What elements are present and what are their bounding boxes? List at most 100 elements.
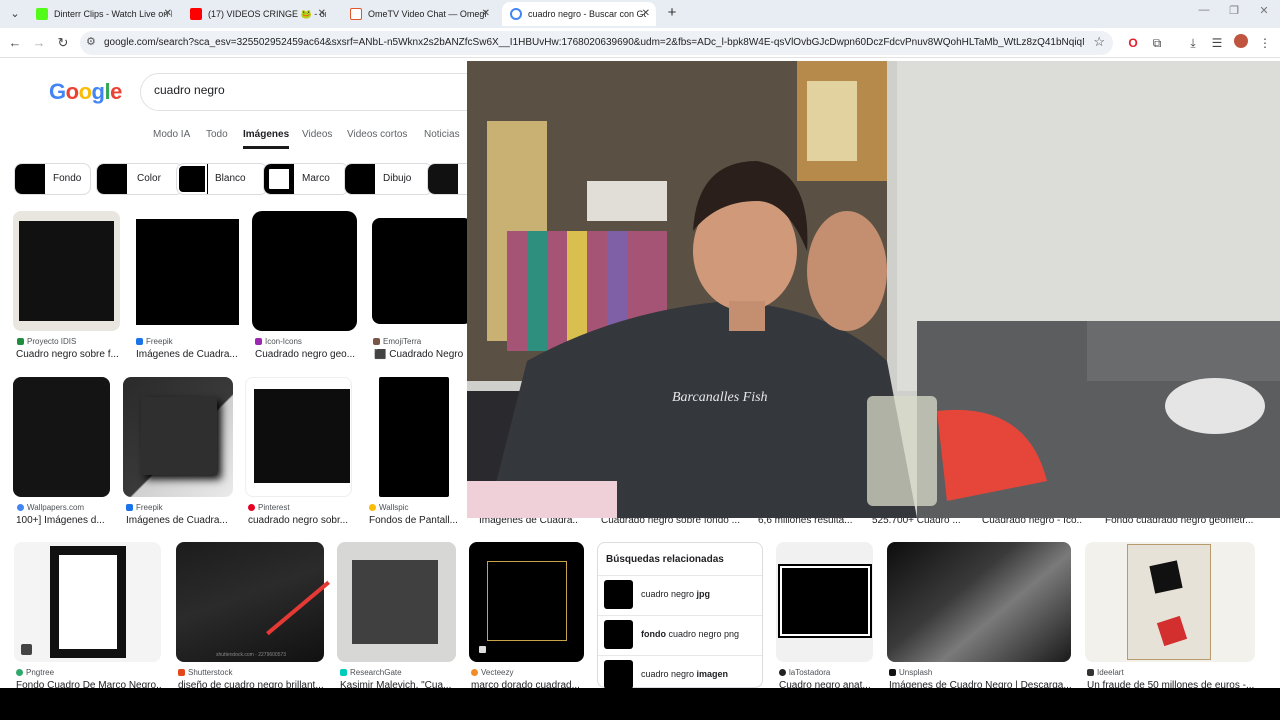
chip-color[interactable]: Color — [96, 163, 184, 195]
result-caption[interactable]: Fondos de Pantall... — [369, 515, 465, 526]
gold-frame — [487, 561, 567, 641]
tab-search-icon[interactable]: ⌄ — [6, 5, 24, 23]
tab-kick[interactable]: Dinterr Clips - Watch Live on K ✕ — [28, 2, 178, 26]
result-image[interactable] — [131, 211, 243, 331]
tab-google-search[interactable]: cuadro negro - Buscar con Goo ✕ — [502, 2, 656, 26]
source-icon — [471, 669, 478, 676]
related-text-bold: imagen — [696, 669, 729, 679]
result-image[interactable] — [13, 377, 110, 497]
result-caption[interactable]: Fondo Cuadro De Marco Negro... — [16, 680, 162, 688]
restore-icon[interactable]: ❐ — [1224, 4, 1244, 17]
related-item[interactable]: cuadro negro jpg — [604, 580, 758, 610]
result-caption[interactable]: Cuadrado negro geo... — [255, 349, 357, 360]
result-caption[interactable]: Un fraude de 50 millones de euros -... — [1087, 680, 1255, 688]
webcam-video-overlay[interactable]: Barcanalles Fish — [467, 61, 1280, 518]
tab-imagenes[interactable]: Imágenes — [243, 129, 290, 149]
result-image[interactable] — [1085, 542, 1255, 662]
close-window-icon[interactable]: ✕ — [1254, 4, 1274, 17]
tab-videos-cortos[interactable]: Videos cortos — [347, 129, 407, 140]
close-icon[interactable]: ✕ — [164, 2, 172, 26]
search-input[interactable] — [154, 83, 454, 97]
related-item[interactable]: cuadro negro imagen — [604, 660, 758, 688]
result-source[interactable]: Proyecto IDIS — [17, 337, 76, 346]
result-caption[interactable]: Imágenes de Cuadra... — [136, 349, 242, 360]
bookmark-star-icon[interactable]: ☆ — [1093, 34, 1105, 50]
tab-ometv[interactable]: OmeTV Video Chat — Omegle ✕ — [342, 2, 496, 26]
result-caption[interactable]: 100+] Imágenes d... — [16, 515, 112, 526]
tab-videos[interactable]: Videos — [302, 129, 332, 140]
result-caption[interactable]: marco dorado cuadrad... — [471, 680, 585, 688]
result-source[interactable]: Ideelart — [1087, 668, 1124, 677]
chip-blanco[interactable]: Blanco — [176, 163, 268, 195]
result-image[interactable] — [469, 542, 584, 662]
result-source[interactable]: Pinterest — [248, 503, 290, 512]
avatar[interactable] — [1232, 34, 1250, 52]
extensions-puzzle-icon[interactable]: ⧉ — [1148, 34, 1166, 52]
minimize-icon[interactable]: — — [1194, 4, 1214, 16]
chip-marco[interactable]: Marco — [263, 163, 349, 195]
result-source[interactable]: Shutterstock — [178, 668, 232, 677]
result-caption[interactable]: Kasimir Malevich, "Cua... — [340, 680, 454, 688]
tab-youtube[interactable]: (17) VIDEOS CRINGE 🐸 - orru ✕ — [182, 2, 332, 26]
download-icon[interactable]: ⤓ — [1184, 34, 1202, 52]
result-source[interactable]: Wallspic — [369, 503, 408, 512]
result-image[interactable] — [379, 377, 449, 497]
result-source[interactable]: ResearchGate — [340, 668, 402, 677]
tab-noticias[interactable]: Noticias — [424, 129, 460, 140]
result-image[interactable] — [887, 542, 1071, 662]
google-logo[interactable]: Google — [49, 79, 122, 105]
close-icon[interactable]: ✕ — [642, 2, 650, 26]
result-source[interactable]: Vecteezy — [471, 668, 513, 677]
new-tab-plus-icon[interactable]: + — [663, 4, 681, 22]
related-item[interactable]: fondo cuadro negro png — [604, 620, 758, 650]
chip-more[interactable] — [427, 163, 467, 195]
result-image[interactable]: shutterstock.com · 2279600573 — [176, 542, 330, 662]
opera-icon[interactable]: O — [1124, 34, 1142, 52]
image-content — [352, 560, 438, 644]
result-image[interactable] — [372, 218, 472, 324]
tab-todo[interactable]: Todo — [206, 129, 228, 140]
site-info-icon[interactable]: ⚙ — [86, 35, 96, 48]
chip-dibujo[interactable]: Dibujo — [344, 163, 433, 195]
result-image[interactable] — [13, 211, 120, 331]
result-image[interactable] — [776, 542, 873, 662]
source-icon — [178, 669, 185, 676]
source-icon — [779, 669, 786, 676]
result-caption[interactable]: Cuadro negro anat... — [779, 680, 873, 688]
close-icon[interactable]: ✕ — [482, 2, 490, 26]
result-caption[interactable]: Imágenes de Cuadro Negro | Descarga... — [889, 680, 1071, 688]
back-arrow-icon[interactable]: ← — [6, 34, 24, 52]
result-caption[interactable]: diseño de cuadro negro brillant... — [178, 680, 324, 688]
more-menu-icon[interactable]: ⋮ — [1256, 34, 1274, 52]
result-caption[interactable]: Cuadro negro sobre f... — [16, 349, 122, 360]
result-source[interactable]: Pngtree — [16, 668, 54, 677]
result-source[interactable]: laTostadora — [779, 668, 830, 677]
media-queue-icon[interactable]: ☰ — [1208, 34, 1226, 52]
result-source[interactable]: EmojiTerra — [373, 337, 421, 346]
red-stripe — [266, 580, 330, 636]
forward-arrow-icon[interactable]: → — [30, 34, 48, 52]
image-content — [254, 389, 350, 483]
chip-swatch — [15, 164, 45, 194]
close-icon[interactable]: ✕ — [318, 2, 326, 26]
tab-modo-ia[interactable]: Modo IA — [153, 129, 190, 140]
url-text[interactable]: google.com/search?sca_esv=325502952459ac… — [104, 31, 1084, 55]
address-bar[interactable]: ⚙ google.com/search?sca_esv=325502952459… — [80, 31, 1113, 55]
image-content — [778, 564, 872, 638]
result-source[interactable]: Freepik — [136, 337, 173, 346]
result-caption[interactable]: cuadrado negro sobr... — [248, 515, 352, 526]
reload-icon[interactable]: ↻ — [54, 34, 72, 52]
result-source[interactable]: Wallpapers.com — [17, 503, 84, 512]
result-caption[interactable]: ⬛ Cuadrado Negro ... — [374, 349, 464, 360]
result-source[interactable]: Icon-Icons — [255, 337, 302, 346]
result-image[interactable] — [337, 542, 456, 662]
result-caption[interactable]: Imágenes de Cuadra... — [126, 515, 234, 526]
result-image[interactable] — [14, 542, 161, 662]
result-source[interactable]: Unsplash — [889, 668, 932, 677]
chip-fondo[interactable]: Fondo — [14, 163, 91, 195]
result-image[interactable] — [123, 377, 233, 497]
result-image[interactable] — [252, 211, 357, 331]
result-image[interactable] — [245, 377, 352, 497]
result-source[interactable]: Freepik — [126, 503, 163, 512]
image-content — [141, 397, 217, 475]
